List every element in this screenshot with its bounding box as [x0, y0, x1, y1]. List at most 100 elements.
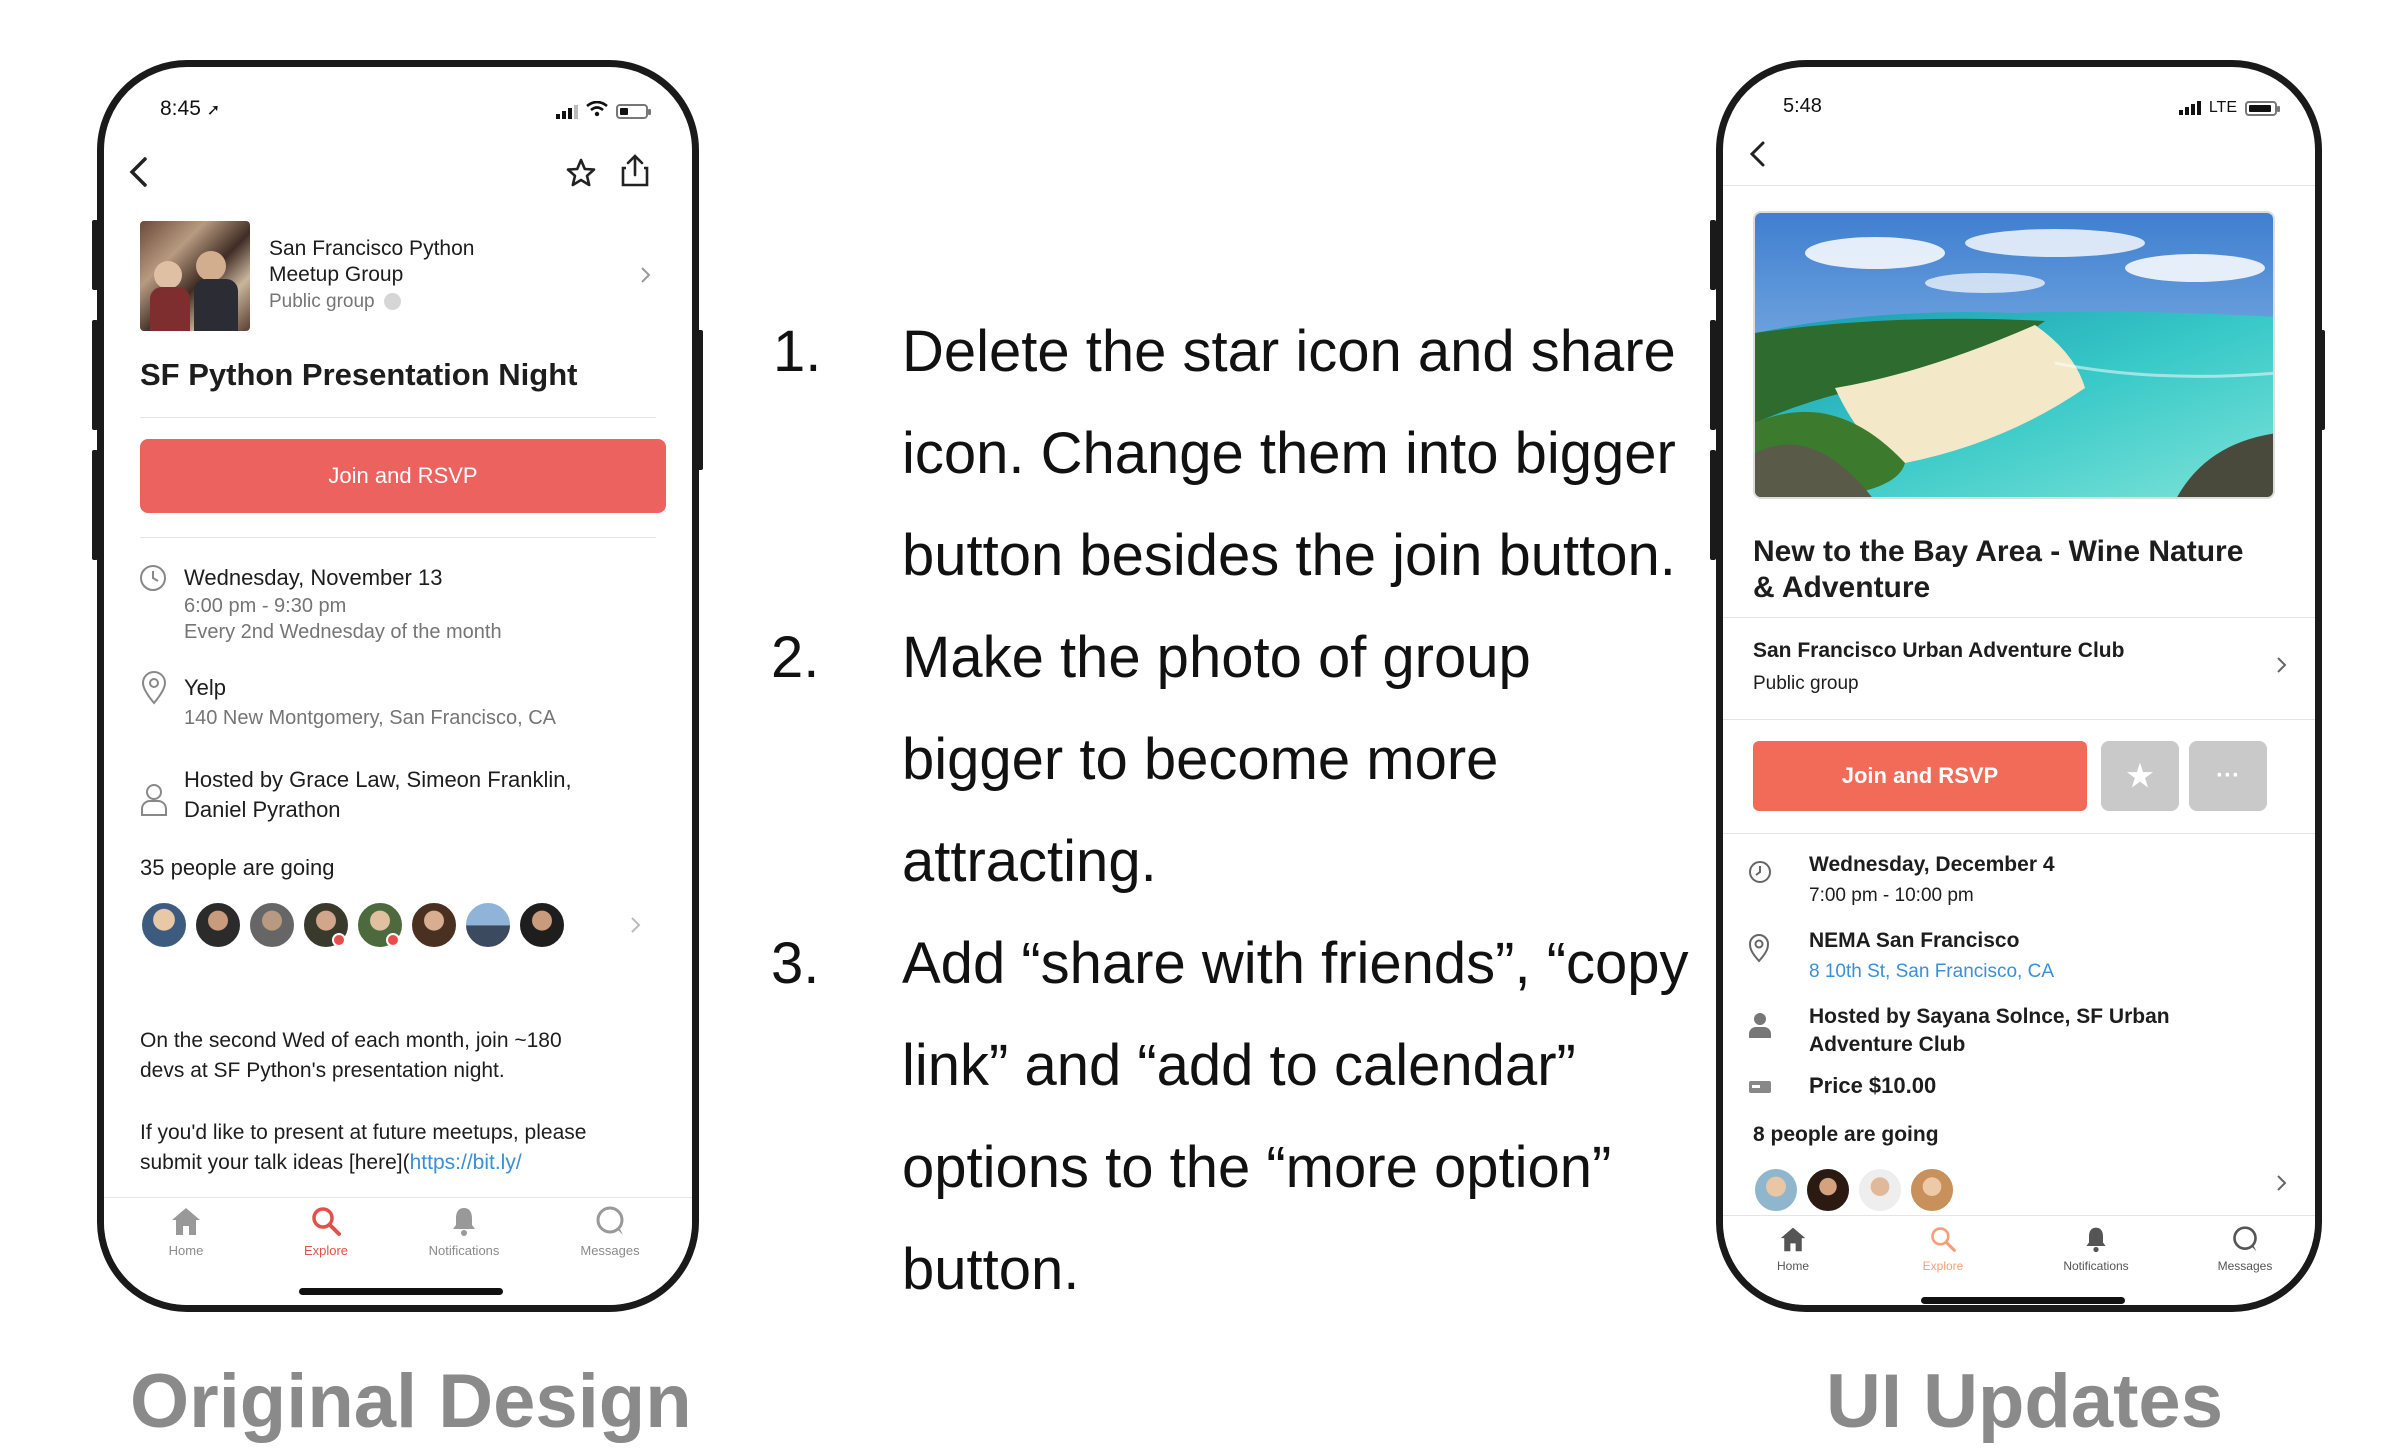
event-recurrence: Every 2nd Wednesday of the month [184, 621, 502, 643]
share-icon[interactable] [619, 153, 651, 194]
group-photo[interactable] [140, 221, 250, 331]
instruction-number: 2. [771, 625, 820, 690]
tab-label: Notifications [2063, 1259, 2129, 1273]
bell-icon [2086, 1227, 2106, 1253]
event-time: 6:00 pm - 9:30 pm [184, 595, 347, 617]
hosts-line1[interactable]: Hosted by Grace Law, Simeon Franklin, [184, 767, 572, 793]
tab-label: Messages [580, 1243, 640, 1258]
organizer-badge [332, 933, 346, 947]
person-icon [140, 783, 168, 822]
tab-label: Explore [303, 1243, 349, 1258]
venue-name[interactable]: NEMA San Francisco [1809, 929, 2019, 953]
attendee-avatar[interactable] [1909, 1167, 1955, 1213]
ticket-icon [1747, 1077, 1773, 1102]
tab-notifications[interactable]: Notifications [409, 1205, 519, 1258]
location-pin-icon [1747, 933, 1771, 968]
tab-explore[interactable]: Explore [286, 1205, 366, 1258]
home-icon [172, 1208, 200, 1235]
divider [1723, 617, 2315, 618]
original-design-phone: 8:45 ➚ San Francisco Python Meetup Group… [97, 60, 699, 1312]
group-cover-photo[interactable] [1753, 211, 2275, 499]
join-rsvp-button[interactable]: Join and RSVP [1753, 741, 2087, 811]
location-arrow-icon: ➚ [206, 102, 221, 119]
instruction-line: bigger to become more [902, 727, 1499, 792]
attendee-avatar[interactable] [1857, 1167, 1903, 1213]
instruction-line: Make the photo of group [902, 625, 1531, 690]
updated-design-phone: 5:48 LTE New to the Bay Area - Wine Natu… [1716, 60, 2322, 1312]
tab-home[interactable]: Home [146, 1205, 226, 1258]
wifi-icon [586, 100, 608, 122]
signal-icon [556, 104, 578, 119]
group-chevron-icon[interactable] [2276, 655, 2288, 680]
star-button[interactable]: ★ [2101, 741, 2179, 811]
tab-home[interactable]: Home [1753, 1225, 1833, 1273]
divider [140, 537, 656, 538]
instruction-line: button besides the join button. [902, 523, 1676, 588]
group-visibility: Public group [1753, 673, 1859, 694]
back-chevron-icon[interactable] [1747, 139, 1769, 174]
instruction-line: Delete the star icon and share [902, 319, 1676, 384]
description-line: submit your talk ideas [here](https://bi… [140, 1151, 522, 1174]
join-rsvp-button[interactable]: Join and RSVP [140, 439, 666, 513]
event-date: Wednesday, December 4 [1809, 853, 2055, 876]
tab-messages[interactable]: Messages [2195, 1225, 2295, 1273]
home-indicator [1921, 1297, 2125, 1304]
attendee-avatar[interactable] [140, 901, 188, 949]
instruction-line: Add “share with friends”, “copy [902, 931, 1689, 996]
attendees-chevron-icon[interactable] [2276, 1173, 2288, 1198]
group-visibility: Public group [269, 291, 401, 313]
group-name[interactable]: San Francisco Urban Adventure Club [1753, 639, 2124, 663]
star-icon[interactable] [565, 157, 597, 194]
attendee-avatar[interactable] [518, 901, 566, 949]
hosts-line2[interactable]: Daniel Pyrathon [184, 797, 341, 823]
event-title: New to the Bay Area - Wine Nature [1753, 535, 2244, 568]
status-icons [556, 100, 651, 122]
home-icon [1780, 1227, 1806, 1252]
description-link[interactable]: https://bit.ly/ [410, 1151, 522, 1174]
attendee-avatar[interactable] [248, 901, 296, 949]
instruction-line: options to the “more option” [902, 1135, 1612, 1200]
attendee-count: 8 people are going [1753, 1123, 1939, 1146]
venue-name[interactable]: Yelp [184, 675, 226, 701]
caption-ui-updates: UI Updates [1826, 1359, 2223, 1444]
back-chevron-icon[interactable] [126, 155, 152, 194]
tab-label: Notifications [428, 1243, 500, 1258]
instruction-line: icon. Change them into bigger [902, 421, 1676, 486]
tab-notifications[interactable]: Notifications [2041, 1225, 2151, 1273]
chat-bubble-icon [596, 1206, 624, 1235]
instruction-line: link” and “add to calendar” [902, 1033, 1576, 1098]
attendee-avatar[interactable] [464, 901, 512, 949]
tab-label: Home [168, 1243, 204, 1258]
hosts-line1[interactable]: Hosted by Sayana Solnce, SF Urban [1809, 1005, 2170, 1029]
tab-explore[interactable]: Explore [1903, 1225, 1983, 1273]
divider [1723, 833, 2315, 834]
venue-address[interactable]: 140 New Montgomery, San Francisco, CA [184, 707, 556, 730]
tab-label: Explore [1922, 1259, 1964, 1273]
divider [140, 417, 656, 418]
group-chevron-icon[interactable] [640, 265, 652, 290]
attendee-avatar[interactable] [410, 901, 458, 949]
event-date: Wednesday, November 13 [184, 565, 443, 590]
attendee-avatar[interactable] [1805, 1167, 1851, 1213]
search-icon [1931, 1227, 1956, 1252]
location-pin-icon [140, 671, 168, 710]
search-icon [312, 1207, 341, 1236]
attendee-avatar[interactable] [194, 901, 242, 949]
tab-label: Home [1776, 1259, 1809, 1273]
tab-messages[interactable]: Messages [560, 1205, 660, 1258]
signal-icon [2178, 101, 2201, 115]
status-time: 5:48 [1783, 95, 1822, 117]
attendee-avatar[interactable] [1753, 1167, 1799, 1213]
description-line: If you'd like to present at future meetu… [140, 1121, 587, 1144]
home-indicator [299, 1288, 503, 1295]
group-name-line2[interactable]: Meetup Group [269, 263, 403, 287]
venue-address[interactable]: 8 10th St, San Francisco, CA [1809, 961, 2054, 983]
hosts-line2[interactable]: Adventure Club [1809, 1033, 1965, 1057]
info-icon[interactable] [383, 293, 401, 311]
instruction-number: 3. [771, 931, 820, 996]
instruction-line: attracting. [902, 829, 1157, 894]
attendees-chevron-icon[interactable] [630, 915, 642, 940]
group-name[interactable]: San Francisco Python [269, 237, 474, 261]
event-title-line2: & Adventure [1753, 571, 1931, 604]
more-options-button[interactable]: ··· [2189, 741, 2267, 811]
